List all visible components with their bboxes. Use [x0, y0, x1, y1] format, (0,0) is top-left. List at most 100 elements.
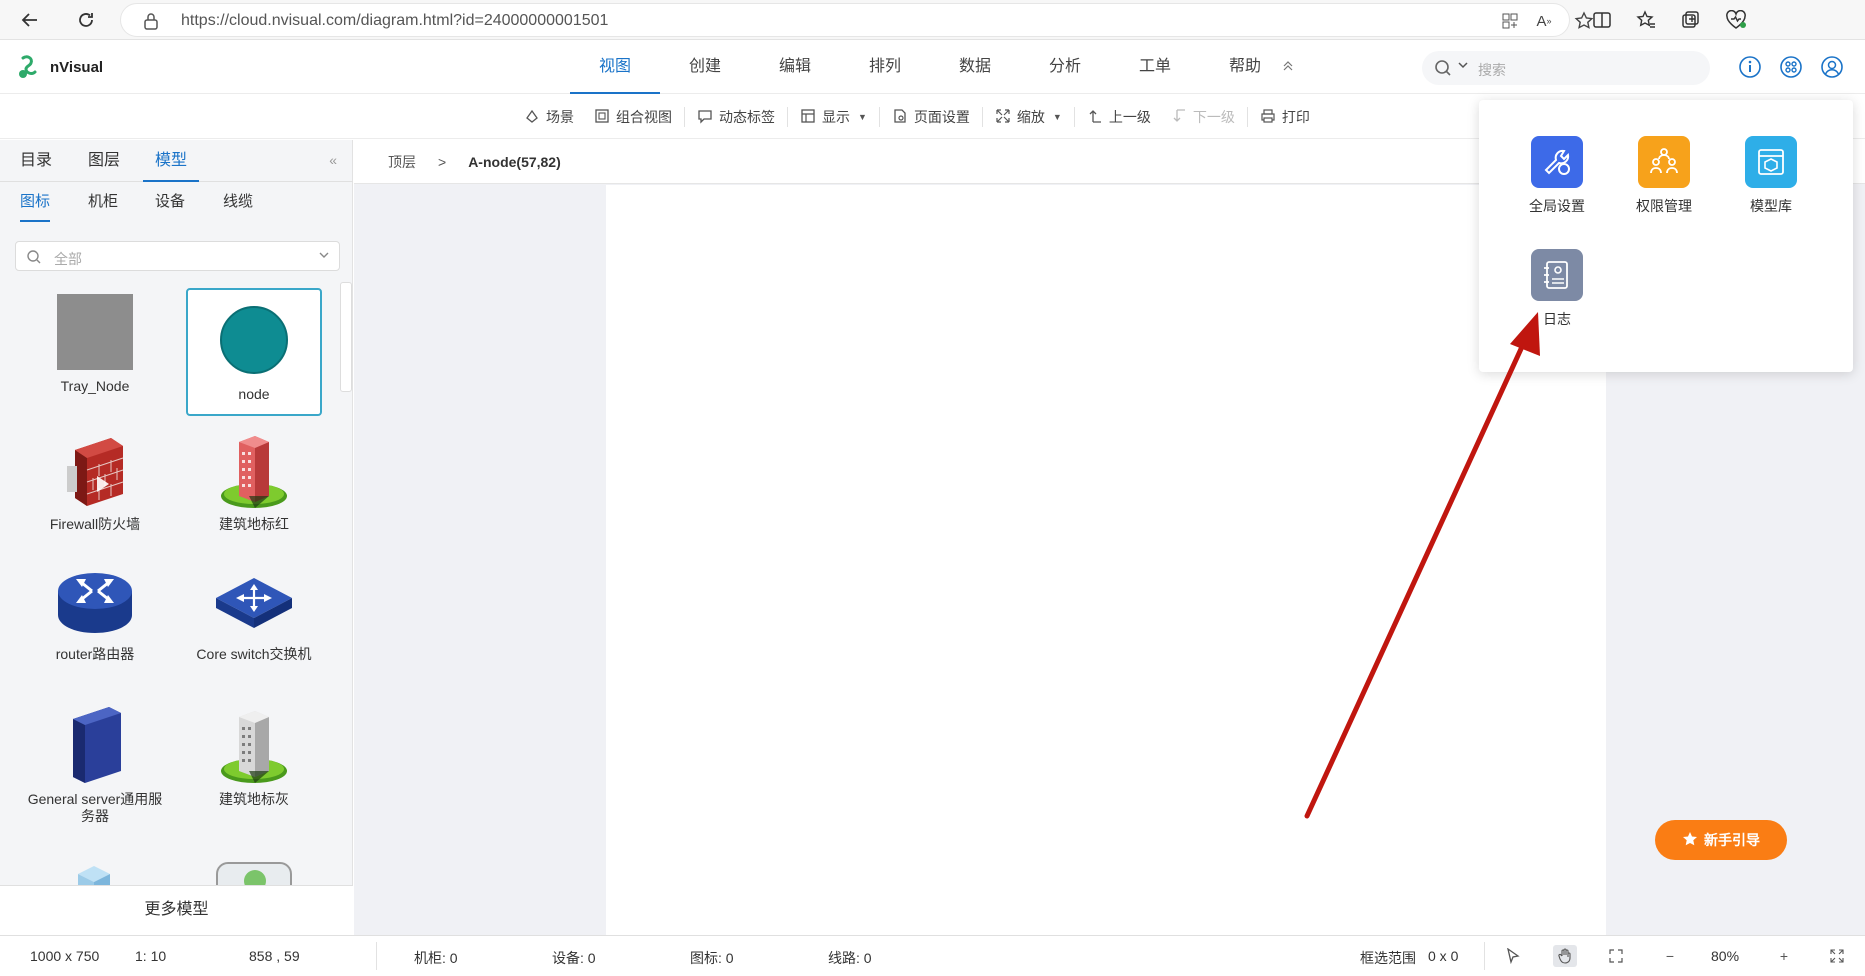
building-red-icon [186, 430, 322, 510]
caret-down-icon: ▼ [1052, 112, 1062, 122]
model-firewall[interactable]: Firewall防火墙 [27, 430, 163, 533]
scale: 1: 10 [135, 948, 167, 964]
app-model-library[interactable]: 模型库 [1731, 136, 1811, 216]
subtab-cabinets[interactable]: 机柜 [88, 182, 118, 222]
model-general-server[interactable]: General server通用服务器 [27, 705, 163, 825]
app-permission-management[interactable]: 权限管理 [1624, 136, 1704, 216]
model-label: router路由器 [55, 646, 135, 662]
subtab-icons[interactable]: 图标 [20, 182, 51, 222]
toolbar-level-down[interactable]: 下一级 [1161, 95, 1245, 139]
status-divider [1484, 942, 1485, 970]
menu-view[interactable]: 视图 [570, 40, 660, 94]
user-avatar-icon[interactable] [1818, 53, 1846, 81]
chevron-down-icon[interactable] [1458, 61, 1468, 72]
more-models-button[interactable]: 更多模型 [0, 885, 353, 935]
menu-data[interactable]: 数据 [930, 40, 1020, 94]
toolbar-scene[interactable]: 场景 [514, 95, 584, 139]
tab-catalog[interactable]: 目录 [20, 140, 52, 182]
split-screen-icon[interactable] [1588, 6, 1616, 34]
toolbar-dynamic-label[interactable]: 动态标签 [687, 95, 785, 139]
toolbar-divider [1073, 107, 1075, 127]
scene-icon [524, 108, 540, 127]
zoom-in-icon[interactable]: + [1772, 945, 1796, 967]
menu-arrange[interactable]: 排列 [840, 40, 930, 94]
favorites-icon[interactable] [1632, 6, 1660, 34]
lock-icon [143, 12, 159, 33]
toolbar-combined-view[interactable]: 组合视图 [584, 95, 682, 139]
core-switch-icon [186, 560, 322, 640]
app-log[interactable]: 日志 [1517, 249, 1597, 329]
toolbar-zoom[interactable]: 缩放 ▼ [985, 95, 1072, 139]
subtab-cables[interactable]: 线缆 [223, 182, 253, 222]
apps-grid-icon[interactable] [1499, 10, 1521, 32]
address-bar[interactable]: https://cloud.nvisual.com/diagram.html?i… [120, 3, 1594, 37]
app-header: nVisual 视图 创建 编辑 排列 数据 分析 工单 帮助 搜索 [0, 40, 1865, 94]
pointer-tool-icon[interactable] [1501, 945, 1525, 967]
panel-scrollbar[interactable] [340, 282, 352, 392]
device-count: 设备: 0 [552, 950, 596, 966]
model-tray-node[interactable]: Tray_Node [27, 292, 163, 395]
menu-workorder[interactable]: 工单 [1110, 40, 1200, 94]
global-settings-icon [1531, 136, 1583, 188]
toolbar-level-up[interactable]: 上一级 [1077, 95, 1161, 139]
model-label: node [238, 386, 270, 402]
app-global-settings[interactable]: 全局设置 [1517, 136, 1597, 216]
menu-edit[interactable]: 编辑 [750, 40, 840, 94]
model-building-red[interactable]: 建筑地标红 [186, 430, 322, 533]
icon-count: 图标: 0 [690, 950, 734, 966]
breadcrumb-current: A-node(57,82) [468, 153, 561, 170]
combined-view-icon [594, 108, 610, 127]
menu-create[interactable]: 创建 [660, 40, 750, 94]
toolbar-divider [1246, 107, 1248, 127]
toolbar-divider [878, 107, 880, 127]
browser-essentials-icon[interactable] [1722, 6, 1750, 34]
menu-analyze[interactable]: 分析 [1020, 40, 1110, 94]
model-panel: 目录 图层 模型 « 图标 机柜 设备 线缆 全部 Tray_Node node [0, 140, 353, 935]
model-label: Core switch交换机 [196, 646, 312, 662]
menu-help[interactable]: 帮助 [1200, 40, 1290, 94]
back-icon[interactable] [16, 6, 44, 34]
model-router[interactable]: router路由器 [27, 560, 163, 663]
apps-menu-icon[interactable] [1777, 53, 1805, 81]
subtab-devices[interactable]: 设备 [155, 182, 185, 222]
tab-layers[interactable]: 图层 [88, 140, 120, 182]
gray-square-icon [27, 292, 163, 372]
app-permission-label: 权限管理 [1636, 198, 1692, 214]
zoom-out-icon[interactable]: − [1658, 945, 1682, 967]
model-building-gray[interactable]: 建筑地标灰 [186, 705, 322, 808]
collapse-panel-icon[interactable]: « [329, 152, 337, 168]
model-library-icon [1745, 136, 1797, 188]
beginner-guide-button[interactable]: 新手引导 [1655, 820, 1787, 860]
browser-toolbar: https://cloud.nvisual.com/diagram.html?i… [0, 0, 1865, 40]
app-logo[interactable]: nVisual [16, 54, 103, 80]
info-icon[interactable] [1736, 53, 1764, 81]
diagram-page[interactable] [606, 185, 1606, 935]
breadcrumb-root[interactable]: 顶层 [388, 152, 416, 172]
toolbar-print[interactable]: 打印 [1250, 95, 1320, 139]
cabinet-count: 机柜: 0 [414, 950, 458, 966]
model-core-switch[interactable]: Core switch交换机 [186, 560, 322, 663]
global-search[interactable]: 搜索 [1422, 51, 1710, 85]
search-icon [26, 249, 42, 268]
toolbar-scene-label: 场景 [546, 109, 574, 125]
model-filter-select[interactable]: 全部 [15, 241, 340, 271]
cursor-coords: 858 , 59 [249, 948, 300, 964]
line-count: 线路: 0 [828, 950, 872, 966]
toolbar-dynamic-label-label: 动态标签 [719, 109, 775, 125]
toolbar-page-settings[interactable]: 页面设置 [882, 95, 980, 139]
tab-models[interactable]: 模型 [142, 140, 200, 182]
app-log-label: 日志 [1543, 311, 1571, 327]
toolbar-display[interactable]: 显示 ▼ [790, 95, 877, 139]
fullscreen-icon[interactable] [1825, 945, 1849, 967]
hand-pan-tool-icon[interactable] [1553, 945, 1577, 967]
refresh-icon[interactable] [72, 6, 100, 34]
model-partial-cloud[interactable] [216, 862, 292, 885]
fit-screen-icon[interactable] [1604, 945, 1628, 967]
read-aloud-icon[interactable]: A» [1533, 10, 1555, 32]
toolbar-print-label: 打印 [1281, 109, 1310, 125]
selection-range-value: 0 x 0 [1428, 948, 1459, 964]
model-partial-building[interactable] [68, 862, 120, 885]
collapse-toolbar-icon[interactable] [1282, 60, 1294, 75]
collections-icon[interactable] [1676, 6, 1704, 34]
model-node[interactable]: node [186, 288, 322, 416]
